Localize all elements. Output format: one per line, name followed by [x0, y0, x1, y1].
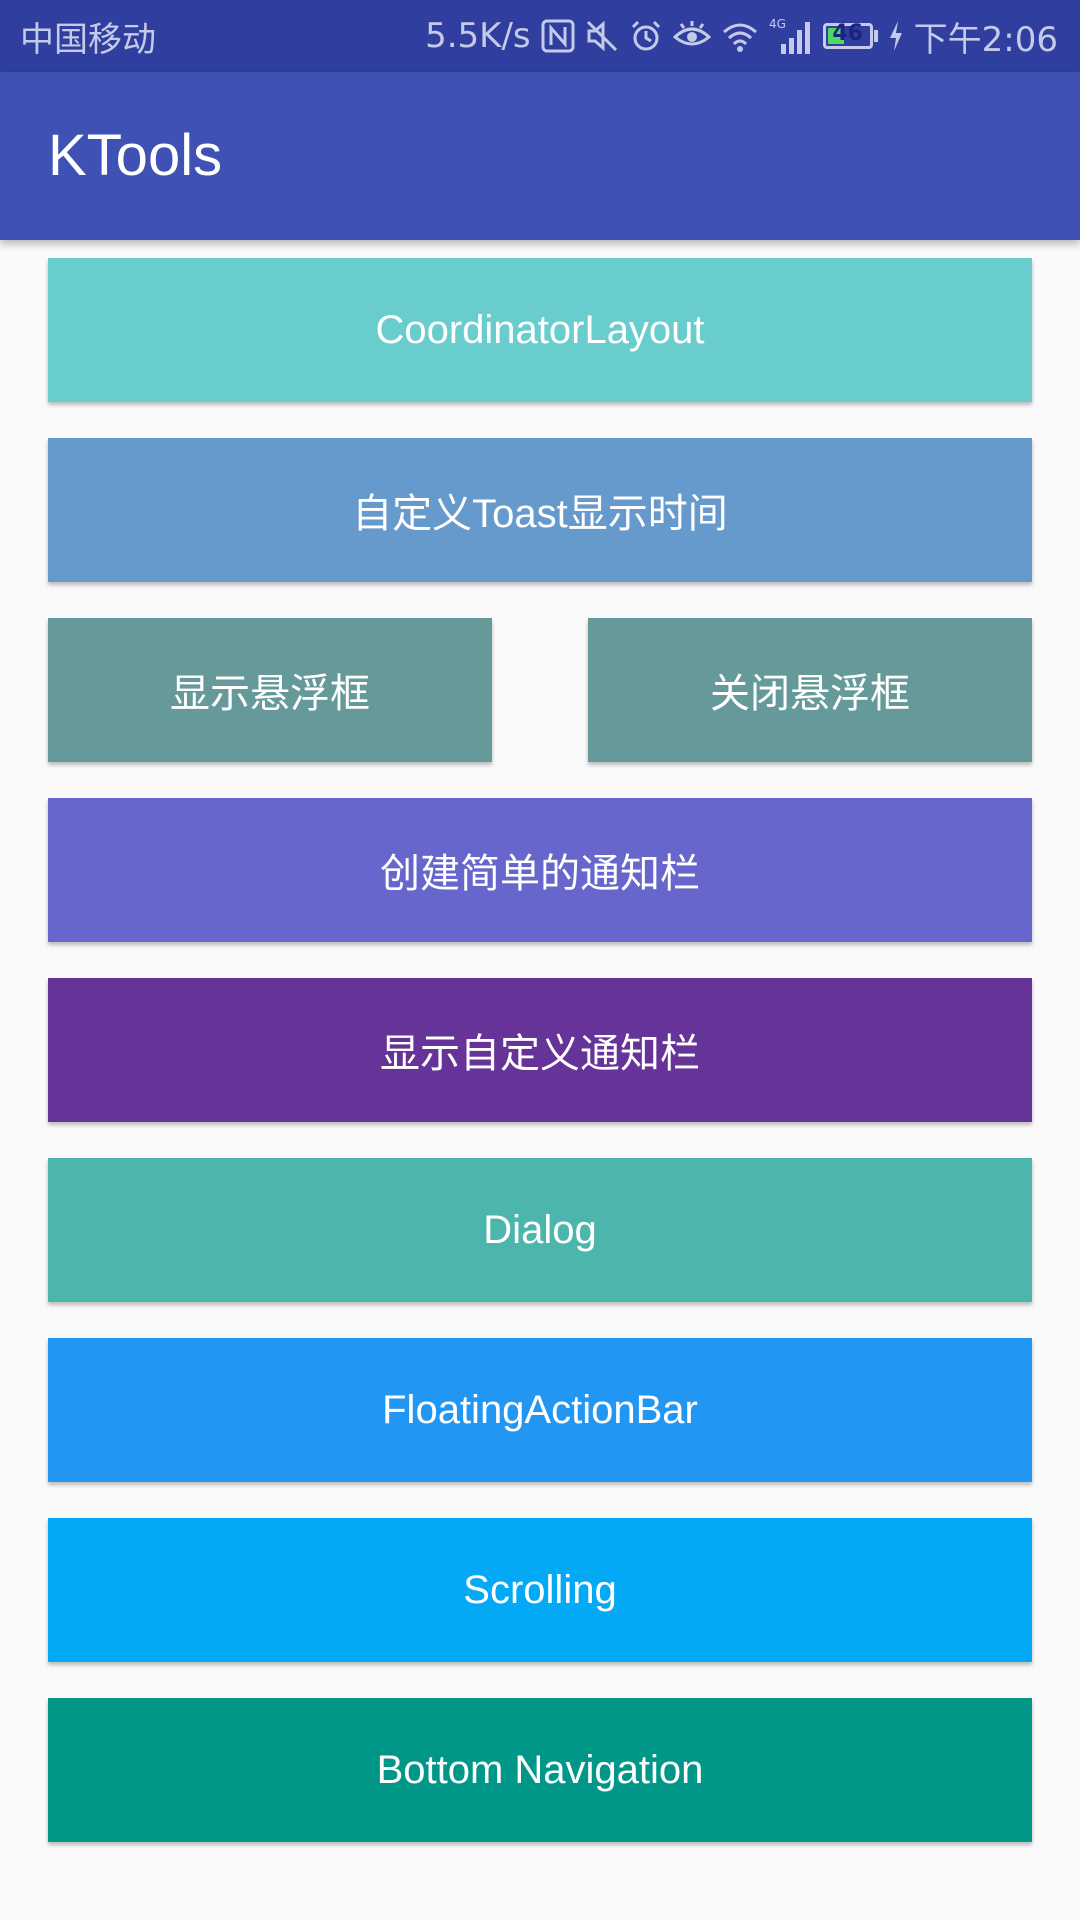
bottom-navigation-button[interactable]: Bottom Navigation	[48, 1698, 1032, 1842]
battery-icon: 46	[822, 21, 878, 49]
signal-4g-icon: 4G	[769, 16, 813, 56]
nfc-icon	[541, 16, 575, 56]
dialog-button[interactable]: Dialog	[48, 1158, 1032, 1302]
wifi-icon	[721, 16, 759, 56]
battery-level: 46	[832, 21, 863, 46]
eye-comfort-icon	[672, 16, 711, 56]
status-indicators: 5.5K/s 4G 46 下午2:06	[425, 12, 1058, 61]
carrier-name: 中国移动	[20, 19, 156, 60]
button-list: CoordinatorLayout 自定义Toast显示时间 显示悬浮框 关闭悬…	[48, 258, 1032, 1878]
alarm-icon	[629, 16, 663, 56]
network-type-label: 4G	[769, 17, 786, 31]
coordinator-layout-button[interactable]: CoordinatorLayout	[48, 258, 1032, 402]
custom-notification-button[interactable]: 显示自定义通知栏	[48, 978, 1032, 1122]
clock: 下午2:06	[913, 19, 1058, 60]
custom-toast-duration-button[interactable]: 自定义Toast显示时间	[48, 438, 1032, 582]
simple-notification-button[interactable]: 创建简单的通知栏	[48, 798, 1032, 942]
app-title: KTools	[48, 123, 223, 188]
close-floating-window-button[interactable]: 关闭悬浮框	[588, 618, 1032, 762]
floating-window-row: 显示悬浮框 关闭悬浮框	[48, 618, 1032, 762]
app-bar: KTools	[0, 72, 1080, 240]
show-floating-window-button[interactable]: 显示悬浮框	[48, 618, 492, 762]
mute-icon	[585, 16, 619, 56]
status-bar: 中国移动 5.5K/s 4G 46 下午2:06	[0, 0, 1080, 72]
scrolling-button[interactable]: Scrolling	[48, 1518, 1032, 1662]
network-speed: 5.5K/s	[425, 16, 531, 56]
charging-icon	[888, 16, 904, 56]
floating-action-bar-button[interactable]: FloatingActionBar	[48, 1338, 1032, 1482]
